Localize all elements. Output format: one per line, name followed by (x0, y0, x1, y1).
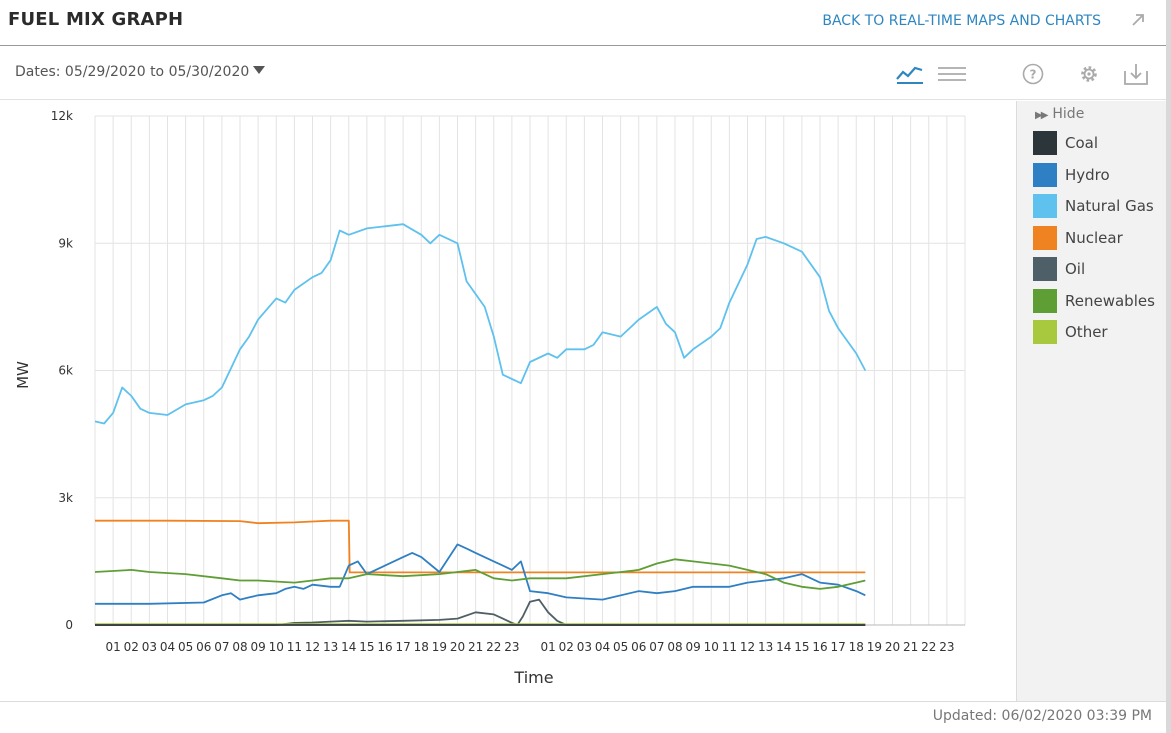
x-tick-label: 06 (196, 640, 211, 654)
x-tick-label: 05 (613, 640, 628, 654)
x-tick-label: 22 (921, 640, 936, 654)
x-tick-label: 18 (414, 640, 429, 654)
x-tick-label: 19 (867, 640, 882, 654)
x-tick-label: 14 (341, 640, 356, 654)
x-tick-label: 17 (830, 640, 845, 654)
x-tick-label: 10 (269, 640, 284, 654)
x-tick-label: 07 (649, 640, 664, 654)
x-tick-label: 01 (540, 640, 555, 654)
x-tick-label: 08 (667, 640, 682, 654)
x-tick-label: 13 (323, 640, 338, 654)
x-tick-label: 04 (595, 640, 610, 654)
legend-swatch (1033, 288, 1057, 313)
page-title: FUEL MIX GRAPH (8, 9, 184, 30)
back-to-maps-link[interactable]: BACK TO REAL-TIME MAPS AND CHARTS (822, 13, 1101, 29)
legend-swatch (1033, 131, 1057, 155)
x-tick-label: 03 (577, 640, 592, 654)
x-tick-label: 06 (631, 640, 646, 654)
y-tick-label: 12k (51, 109, 73, 123)
x-tick-label: 16 (812, 640, 827, 654)
y-axis-label: MW (14, 361, 32, 389)
legend-swatch (1033, 320, 1057, 344)
y-axis-ticks: 0 3k 6k 9k 12k (51, 109, 73, 632)
legend-label: Coal (1065, 134, 1099, 152)
legend-label: Renewables (1065, 291, 1155, 310)
legend-swatch (1033, 225, 1057, 250)
page-header: FUEL MIX GRAPH BACK TO REAL-TIME MAPS AN… (0, 0, 1171, 46)
x-tick-label: 21 (468, 640, 483, 654)
x-tick-label: 12 (305, 640, 320, 654)
x-tick-label: 18 (849, 640, 864, 654)
x-tick-label: 23 (939, 640, 954, 654)
legend-swatch (1033, 162, 1057, 187)
legend-swatch (1033, 257, 1057, 281)
legend-swatch (1033, 194, 1057, 218)
legend-label: Other (1065, 323, 1108, 341)
x-tick-label: 16 (377, 640, 392, 654)
download-icon[interactable] (1121, 61, 1151, 87)
legend-label: Natural Gas (1065, 197, 1154, 215)
toolbar: Dates: 05/29/2020 to 05/30/2020 ? (0, 47, 1171, 100)
x-tick-label: 15 (794, 640, 809, 654)
fuel-mix-chart[interactable]: 03k6k9k12k 01 02 03 04 05 06 07 08 09 10 11 12 13 14 1… (0, 101, 1015, 701)
x-tick-label: 02 (559, 640, 574, 654)
series-line-oil[interactable] (95, 598, 866, 626)
x-tick-label: 20 (885, 640, 900, 654)
caret-down-icon (253, 66, 266, 74)
x-axis-ticks: 01 02 03 04 05 06 07 08 09 10 11 12 13 14 15 16 17 18 19 20… (105, 640, 954, 654)
series-lines (94, 223, 867, 626)
x-tick-label: 20 (450, 640, 465, 654)
y-tick-label: 3k (58, 491, 73, 505)
x-tick-label: 11 (287, 640, 302, 654)
x-tick-label: 03 (142, 640, 157, 654)
x-tick-label: 15 (359, 640, 374, 654)
y-tick-label: 9k (58, 236, 73, 250)
x-tick-label: 19 (432, 640, 447, 654)
series-line-renewables[interactable] (94, 558, 866, 590)
updated-timestamp: Updated: 06/02/2020 03:39 PM (932, 708, 1152, 724)
series-line-hydro[interactable] (95, 543, 866, 605)
x-tick-label: 14 (776, 640, 791, 654)
y-tick-label: 6k (58, 364, 73, 378)
legend-label: Hydro (1065, 165, 1110, 184)
gear-icon[interactable] (1074, 61, 1104, 87)
date-range-dropdown[interactable]: Dates: 05/29/2020 to 05/30/2020 (15, 64, 266, 80)
series-line-nuclear[interactable] (95, 519, 866, 574)
diagonal-arrow-icon[interactable] (1128, 10, 1148, 30)
x-tick-label: 09 (685, 640, 700, 654)
double-chevron-right-icon: ▶▶ (1035, 110, 1048, 121)
x-tick-label: 11 (722, 640, 737, 654)
help-icon[interactable]: ? (1019, 61, 1049, 87)
x-tick-label: 08 (232, 640, 247, 654)
x-tick-label: 02 (124, 640, 139, 654)
date-range-label: Dates: 05/29/2020 to 05/30/2020 (15, 64, 250, 80)
x-tick-label: 10 (704, 640, 719, 654)
hide-legend-button[interactable]: ▶▶ Hide (1035, 106, 1084, 122)
legend-label: Oil (1065, 260, 1086, 278)
y-tick-label: 0 (65, 618, 73, 632)
scrollbar[interactable] (1166, 0, 1171, 733)
x-tick-label: 23 (504, 640, 519, 654)
x-tick-label: 22 (486, 640, 501, 654)
x-tick-label: 05 (178, 640, 193, 654)
x-tick-label: 01 (105, 640, 120, 654)
grid (94, 115, 966, 626)
x-tick-label: 21 (903, 640, 918, 654)
legend-panel: ▶▶ Hide Coal Hydro Natural Gas Nuclear Oil Ren… (1016, 101, 1166, 701)
legend-label: Nuclear (1065, 228, 1123, 247)
svg-text:?: ? (1030, 68, 1037, 82)
x-tick-label: 17 (395, 640, 410, 654)
table-view-icon[interactable] (937, 61, 967, 87)
footer: Updated: 06/02/2020 03:39 PM (0, 701, 1166, 733)
x-tick-label: 07 (214, 640, 229, 654)
x-tick-label: 13 (758, 640, 773, 654)
x-tick-label: 04 (160, 640, 175, 654)
line-chart-icon[interactable] (895, 61, 925, 87)
series-line-natural-gas[interactable] (94, 223, 867, 425)
x-tick-label: 12 (740, 640, 755, 654)
chart-area: 0 3k 6k 9k 12k 01 02 03 04 05 06 07 08 09 10 11 12 13 14 1… (0, 101, 1015, 701)
x-axis-label: Time (513, 668, 553, 687)
hide-legend-label: Hide (1052, 106, 1085, 122)
x-tick-label: 09 (250, 640, 265, 654)
